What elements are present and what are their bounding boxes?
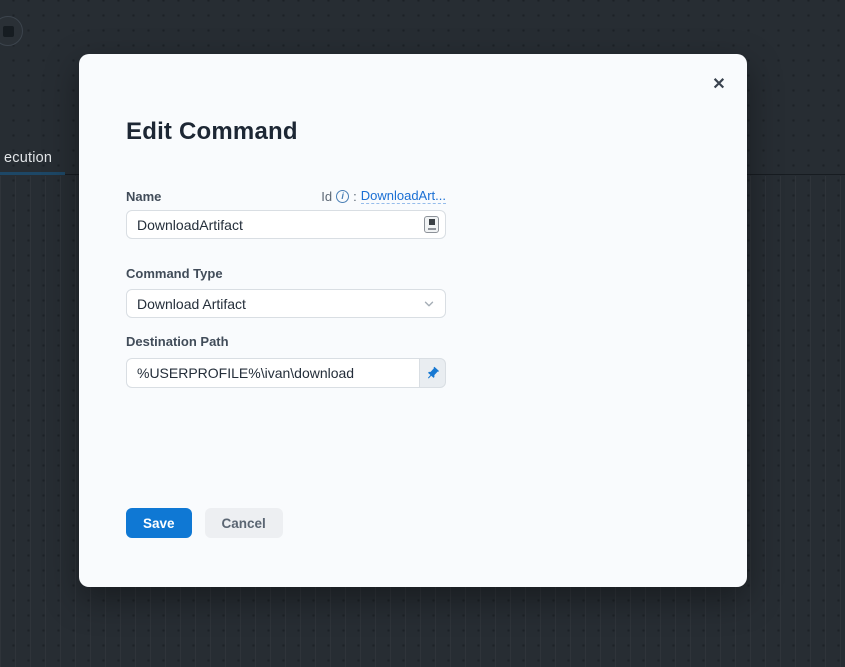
chevron-down-icon — [422, 297, 436, 311]
autofill-icon[interactable] — [424, 216, 439, 233]
id-separator: : — [353, 189, 357, 204]
command-type-select[interactable]: Download Artifact — [126, 289, 446, 318]
close-icon[interactable]: ✕ — [708, 74, 730, 96]
name-input[interactable] — [126, 210, 446, 239]
tab-execution[interactable]: ecution — [4, 150, 52, 166]
command-type-value: Download Artifact — [137, 296, 246, 312]
command-type-label: Command Type — [126, 266, 223, 281]
destination-path-group — [126, 358, 446, 388]
pin-button[interactable] — [419, 358, 446, 388]
id-label: Id — [321, 189, 332, 204]
save-button[interactable]: Save — [126, 508, 192, 538]
active-tab-indicator — [0, 172, 65, 175]
edit-command-modal: ✕ Edit Command Name Id i : DownloadArt..… — [79, 54, 747, 587]
stop-button[interactable] — [0, 16, 23, 46]
destination-path-input[interactable] — [126, 358, 419, 388]
name-label: Name — [126, 189, 161, 204]
info-icon[interactable]: i — [336, 190, 349, 203]
pushpin-icon — [422, 362, 443, 383]
command-id-info: Id i : DownloadArt... — [321, 188, 446, 204]
name-label-row: Name Id i : DownloadArt... — [126, 188, 446, 204]
modal-actions: Save Cancel — [126, 508, 283, 538]
command-id-link[interactable]: DownloadArt... — [361, 188, 446, 204]
destination-path-label: Destination Path — [126, 334, 229, 349]
stop-square-icon — [3, 26, 14, 37]
cancel-button[interactable]: Cancel — [205, 508, 283, 538]
name-input-wrap — [126, 210, 446, 239]
app-background: ecution ✕ Edit Command Name Id i : Downl… — [0, 0, 845, 667]
modal-title: Edit Command — [126, 118, 298, 146]
